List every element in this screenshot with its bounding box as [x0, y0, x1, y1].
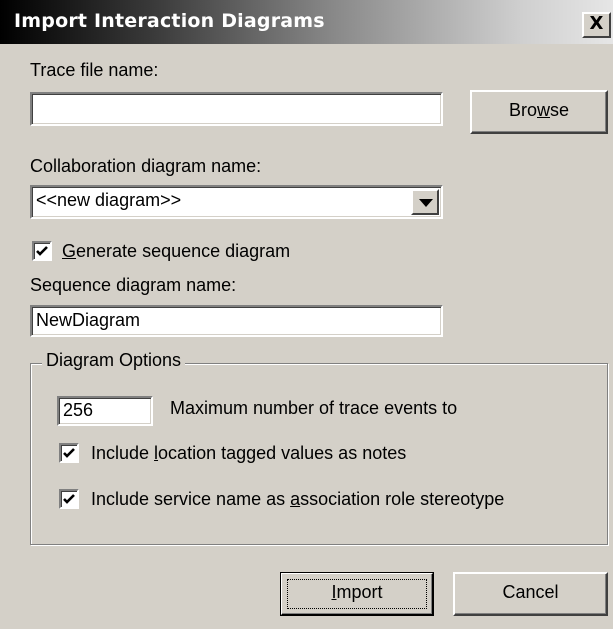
- location-label-post: ocation tagged values as notes: [158, 443, 407, 463]
- browse-label-key: w: [537, 100, 550, 120]
- title-bar[interactable]: Import Interaction Diagrams X: [0, 0, 613, 44]
- cancel-button[interactable]: Cancel: [453, 572, 608, 616]
- browse-button[interactable]: Browse: [470, 90, 608, 134]
- location-label-pre: Include: [91, 443, 155, 463]
- browse-label-pre: Bro: [508, 100, 537, 120]
- dropdown-arrow-icon: [419, 199, 433, 207]
- collab-diagram-combobox[interactable]: <<new diagram>>: [30, 185, 443, 219]
- import-dialog: Import Interaction Diagrams X Trace file…: [0, 0, 613, 629]
- checkmark-icon: [63, 494, 75, 504]
- generate-sequence-checkbox[interactable]: [32, 241, 52, 261]
- include-location-checkbox[interactable]: [59, 443, 79, 463]
- close-icon: X: [589, 13, 604, 34]
- close-button[interactable]: X: [582, 12, 611, 38]
- sequence-diagram-input[interactable]: NewDiagram: [30, 305, 443, 337]
- checkmark-icon: [36, 246, 48, 256]
- combobox-dropdown-button[interactable]: [411, 189, 439, 215]
- checkmark-icon: [63, 448, 75, 458]
- trace-file-label: Trace file name:: [30, 60, 159, 80]
- collab-diagram-label: Collaboration diagram name:: [30, 156, 262, 176]
- sequence-diagram-label: Sequence diagram name:: [30, 275, 237, 295]
- max-trace-events-label: Maximum number of trace events to: [170, 398, 458, 418]
- max-trace-events-input[interactable]: 256: [57, 396, 153, 426]
- diagram-options-label: Diagram Options: [42, 350, 186, 371]
- include-service-label[interactable]: Include service name as association role…: [91, 489, 504, 510]
- include-service-checkbox[interactable]: [59, 489, 79, 509]
- service-label-post: ssociation role stereotype: [300, 489, 505, 509]
- trace-file-input[interactable]: [30, 92, 443, 126]
- generate-label-key: G: [62, 241, 77, 261]
- dialog-title: Import Interaction Diagrams: [14, 10, 325, 32]
- generate-label-rest: enerate sequence diagram: [76, 241, 291, 261]
- focus-rectangle: [287, 579, 427, 609]
- service-label-key: a: [290, 489, 301, 509]
- service-label-pre: Include service name as: [91, 489, 291, 509]
- collab-diagram-selected: <<new diagram>>: [36, 190, 182, 210]
- browse-label-post: se: [550, 100, 570, 120]
- generate-sequence-label[interactable]: Generate sequence diagram: [62, 241, 290, 262]
- import-button[interactable]: Import: [280, 572, 434, 616]
- include-location-label[interactable]: Include location tagged values as notes: [91, 443, 406, 464]
